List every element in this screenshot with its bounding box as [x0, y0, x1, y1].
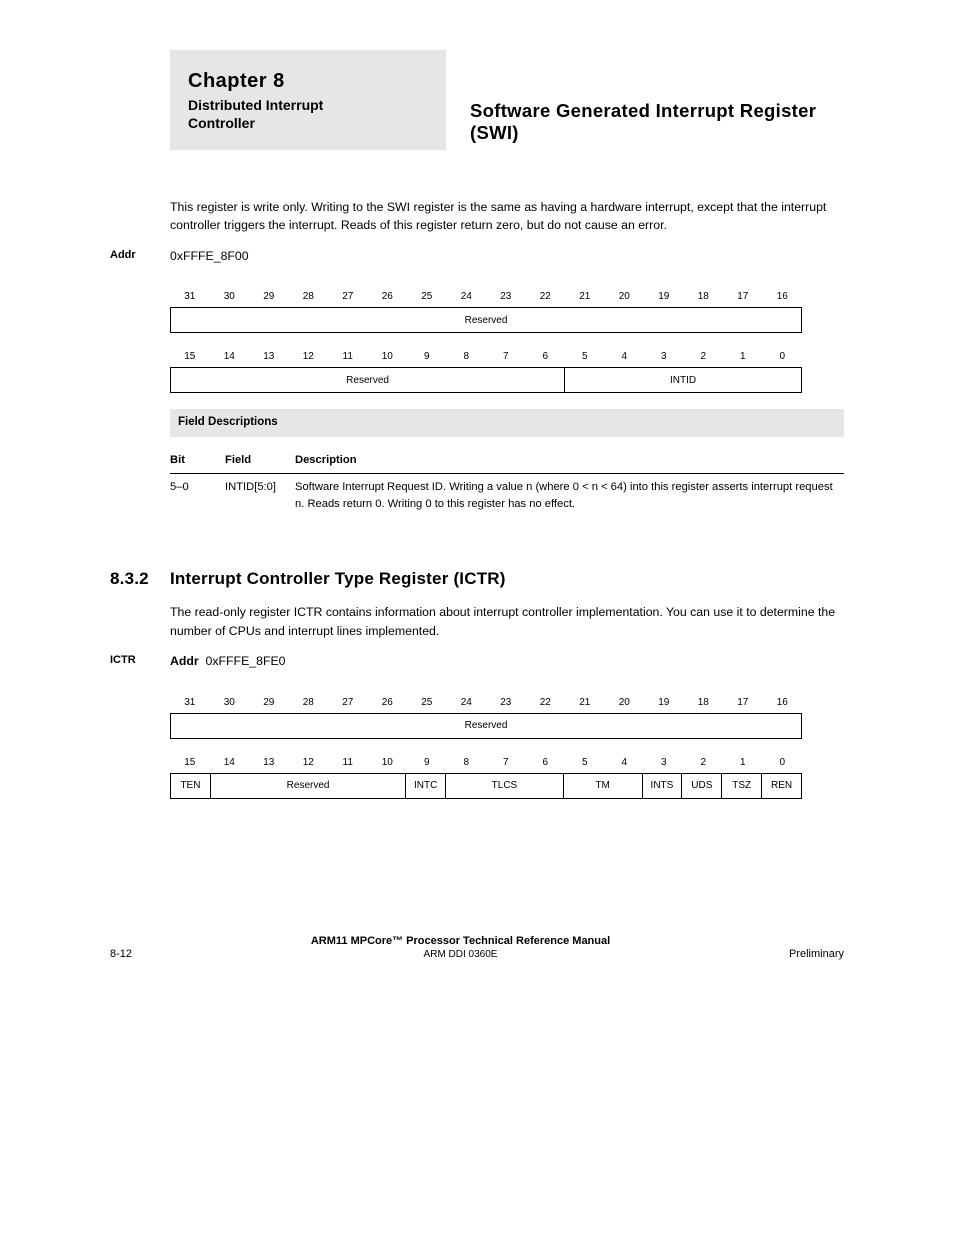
td-field: INTID[5:0]: [225, 479, 295, 513]
swi-cells-high: Reserved: [170, 307, 802, 333]
chapter-line-1: Chapter 8: [188, 70, 446, 93]
bits-row-high: 31 30 29 28 27 26 25 24 23 22 21 20 19 1…: [170, 289, 802, 307]
intro-paragraph: This register is write only. Writing to …: [170, 198, 844, 235]
swi-cells-low: Reserved INTID: [170, 367, 802, 393]
chapter-box: Chapter 8 Distributed Interrupt Controll…: [170, 50, 446, 150]
chapter-line-3: Controller: [188, 115, 446, 131]
swi-field-table: Bit Field Description 5–0 INTID[5:0] Sof…: [170, 447, 844, 518]
footer-doc-id: ARM DDI 0360E: [132, 949, 789, 960]
ictr-bit-diagram: 31 30 29 28 27 26 25 24 23 22 21 20 19 1…: [170, 695, 844, 799]
page-title: Software Generated Interrupt Register (S…: [446, 100, 844, 150]
addr-label: Addr: [110, 247, 170, 264]
ictr-tlcs: TLCS: [445, 774, 563, 798]
ictr-ten: TEN: [171, 774, 210, 798]
th-field: Field: [225, 452, 295, 469]
swi-bit-diagram: 31 30 29 28 27 26 25 24 23 22 21 20 19 1…: [170, 289, 844, 393]
bits-row-high-2: 31 30 29 28 27 26 25 24 23 22 21 20 19 1…: [170, 695, 802, 713]
table-head: Bit Field Description: [170, 447, 844, 475]
th-bit: Bit: [170, 452, 225, 469]
ictr-ints: INTS: [642, 774, 682, 798]
swi-hi-reserved: Reserved: [171, 308, 801, 332]
table-row: 5–0 INTID[5:0] Software Interrupt Reques…: [170, 474, 844, 518]
th-desc: Description: [295, 452, 844, 469]
section-number: 8.3.2: [110, 566, 170, 592]
ictr-paragraph: The read-only register ICTR contains inf…: [170, 603, 844, 640]
swi-address: 0xFFFE_8F00: [170, 249, 249, 263]
ictr-tm: TM: [563, 774, 642, 798]
section-heading: 8.3.2Interrupt Controller Type Register …: [170, 566, 844, 592]
ictr-intc: INTC: [405, 774, 445, 798]
ictr-cells-high: Reserved: [170, 713, 802, 739]
ictr-uds: UDS: [681, 774, 721, 798]
page-footer: 8-12 ARM11 MPCore™ Processor Technical R…: [0, 935, 954, 960]
bits-row-low: 15 14 13 12 11 10 9 8 7 6 5 4 3 2 1 0: [170, 349, 802, 367]
ictr-gutter-label: ICTR: [110, 652, 170, 669]
ictr-cells-low: TEN Reserved INTC TLCS TM INTS UDS TSZ R…: [170, 773, 802, 799]
page-header: Chapter 8 Distributed Interrupt Controll…: [110, 50, 844, 150]
swi-lo-reserved: Reserved: [171, 368, 564, 392]
td-desc: Software Interrupt Request ID. Writing a…: [295, 479, 844, 513]
ictr-reserved: Reserved: [210, 774, 405, 798]
chapter-line-2: Distributed Interrupt: [188, 97, 446, 113]
ictr-address: 0xFFFE_8FE0: [206, 654, 286, 668]
bits-row-low-2: 15 14 13 12 11 10 9 8 7 6 5 4 3 2 1 0: [170, 755, 802, 773]
ictr-tsz: TSZ: [721, 774, 761, 798]
ictr-ren: REN: [761, 774, 801, 798]
footer-doc-title: ARM11 MPCore™ Processor Technical Refere…: [132, 935, 789, 947]
footer-status: Preliminary: [789, 948, 844, 960]
field-table-title: Field Descriptions: [170, 409, 844, 436]
td-bit: 5–0: [170, 479, 225, 513]
section-title: Interrupt Controller Type Register (ICTR…: [170, 569, 506, 588]
ictr-hi-reserved: Reserved: [171, 714, 801, 738]
addr-label-2: Addr: [170, 654, 199, 668]
swi-lo-intid: INTID: [564, 368, 801, 392]
footer-page-number: 8-12: [110, 948, 132, 960]
